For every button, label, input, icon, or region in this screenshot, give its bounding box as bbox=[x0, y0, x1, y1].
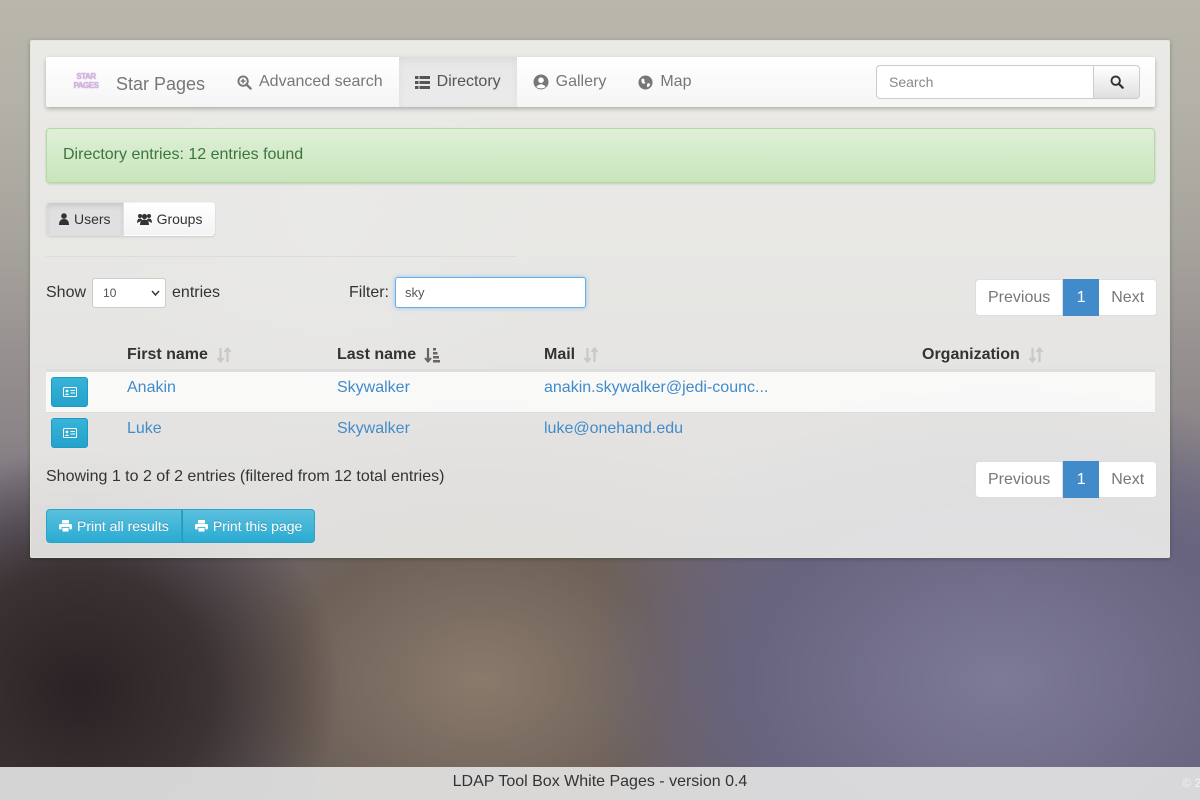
print-buttons: Print all results Print this page bbox=[46, 509, 316, 543]
first-name-link[interactable]: Anakin bbox=[127, 379, 176, 396]
cell-organization bbox=[922, 413, 1155, 420]
groups-button[interactable]: Groups bbox=[123, 202, 216, 236]
cell-first-name: Luke bbox=[127, 413, 337, 438]
print-icon bbox=[59, 520, 72, 532]
column-header-last-name[interactable]: Last name bbox=[337, 338, 544, 364]
page-1-button[interactable]: 1 bbox=[1063, 461, 1100, 498]
globe-icon bbox=[638, 74, 653, 90]
page-1-button[interactable]: 1 bbox=[1063, 279, 1100, 316]
nav-gallery-label: Gallery bbox=[555, 73, 607, 90]
filter-label: Filter: bbox=[349, 283, 389, 301]
footer-version-text: LDAP Tool Box White Pages - version 0.4 bbox=[452, 773, 748, 790]
list-icon bbox=[414, 75, 430, 89]
mail-link[interactable]: luke@onehand.edu bbox=[544, 420, 683, 437]
user-circle-icon bbox=[533, 74, 549, 90]
previous-button[interactable]: Previous bbox=[975, 461, 1064, 498]
row-actions bbox=[46, 413, 127, 448]
user-icon bbox=[59, 213, 69, 225]
footer: LDAP Tool Box White Pages - version 0.4 … bbox=[0, 767, 1200, 800]
main-panel: STAR PAGES Star Pages Advanced search Di… bbox=[30, 40, 1170, 558]
search-icon bbox=[1110, 75, 1124, 89]
sort-ascending-icon bbox=[424, 347, 441, 363]
id-card-icon bbox=[62, 387, 77, 397]
cell-organization bbox=[922, 372, 1155, 379]
cell-mail: anakin.skywalker@jedi-counc... bbox=[544, 372, 922, 397]
column-header-actions bbox=[46, 347, 127, 355]
pagination-bottom: Previous 1 Next bbox=[975, 461, 1158, 498]
table-row: Luke Skywalker luke@onehand.edu bbox=[46, 412, 1155, 453]
last-name-link[interactable]: Skywalker bbox=[337, 420, 410, 437]
page-length-control: Show 10 entries bbox=[46, 278, 220, 308]
users-button[interactable]: Users bbox=[46, 202, 124, 236]
next-button[interactable]: Next bbox=[1099, 461, 1158, 498]
column-header-label: Mail bbox=[544, 346, 576, 363]
column-header-label: Last name bbox=[337, 346, 417, 363]
sort-both-icon bbox=[216, 347, 232, 363]
sort-both-icon bbox=[1028, 347, 1044, 363]
view-entry-button[interactable] bbox=[51, 418, 88, 448]
print-all-button[interactable]: Print all results bbox=[46, 509, 182, 543]
cell-last-name: Skywalker bbox=[337, 413, 544, 438]
search-button[interactable] bbox=[1093, 65, 1140, 99]
brand-title: Star Pages bbox=[116, 73, 206, 94]
view-entry-button[interactable] bbox=[51, 377, 88, 407]
entries-label: entries bbox=[172, 284, 221, 301]
brand[interactable]: STAR PAGES Star Pages bbox=[46, 57, 221, 107]
mail-link[interactable]: anakin.skywalker@jedi-counc... bbox=[544, 379, 768, 396]
footer-copyright: © 20 bbox=[1182, 776, 1200, 790]
search-plus-icon bbox=[237, 74, 252, 90]
nav-gallery[interactable]: Gallery bbox=[517, 57, 623, 107]
nav-directory[interactable]: Directory bbox=[398, 57, 517, 107]
brand-logo: STAR PAGES bbox=[73, 72, 99, 90]
divider bbox=[46, 256, 516, 257]
users-group-icon bbox=[136, 213, 152, 225]
nav-advanced-search-label: Advanced search bbox=[259, 73, 383, 90]
navbar: STAR PAGES Star Pages Advanced search Di… bbox=[46, 57, 1155, 107]
users-label: Users bbox=[74, 211, 111, 227]
show-label: Show bbox=[46, 284, 87, 301]
search-input[interactable] bbox=[876, 65, 1093, 99]
filter-input[interactable] bbox=[395, 277, 586, 308]
print-page-button[interactable]: Print this page bbox=[181, 509, 316, 543]
print-page-label: Print this page bbox=[212, 518, 303, 534]
table-row: Anakin Skywalker anakin.skywalker@jedi-c… bbox=[46, 371, 1155, 412]
nav-advanced-search[interactable]: Advanced search bbox=[221, 57, 399, 107]
sort-both-icon bbox=[583, 347, 599, 363]
previous-button[interactable]: Previous bbox=[975, 279, 1064, 316]
print-icon bbox=[194, 520, 208, 532]
column-header-organization[interactable]: Organization bbox=[922, 338, 1155, 364]
print-all-label: Print all results bbox=[77, 518, 169, 534]
first-name-link[interactable]: Luke bbox=[127, 420, 162, 437]
directory-table: First name Last name Mail Organization A… bbox=[46, 333, 1155, 453]
column-header-mail[interactable]: Mail bbox=[544, 338, 922, 364]
results-alert: Directory entries: 12 entries found bbox=[46, 128, 1155, 183]
filter-control: Filter: bbox=[349, 277, 586, 308]
pagination-top: Previous 1 Next bbox=[975, 279, 1158, 316]
entity-toggle: Users Groups bbox=[46, 202, 216, 236]
nav-map[interactable]: Map bbox=[622, 57, 707, 107]
column-header-label: First name bbox=[127, 346, 208, 363]
table-header: First name Last name Mail Organization bbox=[46, 333, 1155, 371]
column-header-first-name[interactable]: First name bbox=[127, 338, 337, 364]
cell-first-name: Anakin bbox=[127, 372, 337, 397]
column-header-label: Organization bbox=[922, 346, 1020, 363]
cell-last-name: Skywalker bbox=[337, 372, 544, 397]
groups-label: Groups bbox=[156, 211, 203, 227]
cell-mail: luke@onehand.edu bbox=[544, 413, 922, 438]
page-length-select[interactable]: 10 bbox=[92, 278, 167, 308]
next-button[interactable]: Next bbox=[1099, 279, 1158, 316]
last-name-link[interactable]: Skywalker bbox=[337, 379, 410, 396]
row-actions bbox=[46, 372, 127, 407]
nav-directory-label: Directory bbox=[436, 73, 501, 90]
nav-map-label: Map bbox=[660, 73, 692, 90]
id-card-icon bbox=[62, 428, 77, 438]
navbar-search bbox=[876, 57, 1140, 107]
table-info: Showing 1 to 2 of 2 entries (filtered fr… bbox=[46, 468, 445, 485]
